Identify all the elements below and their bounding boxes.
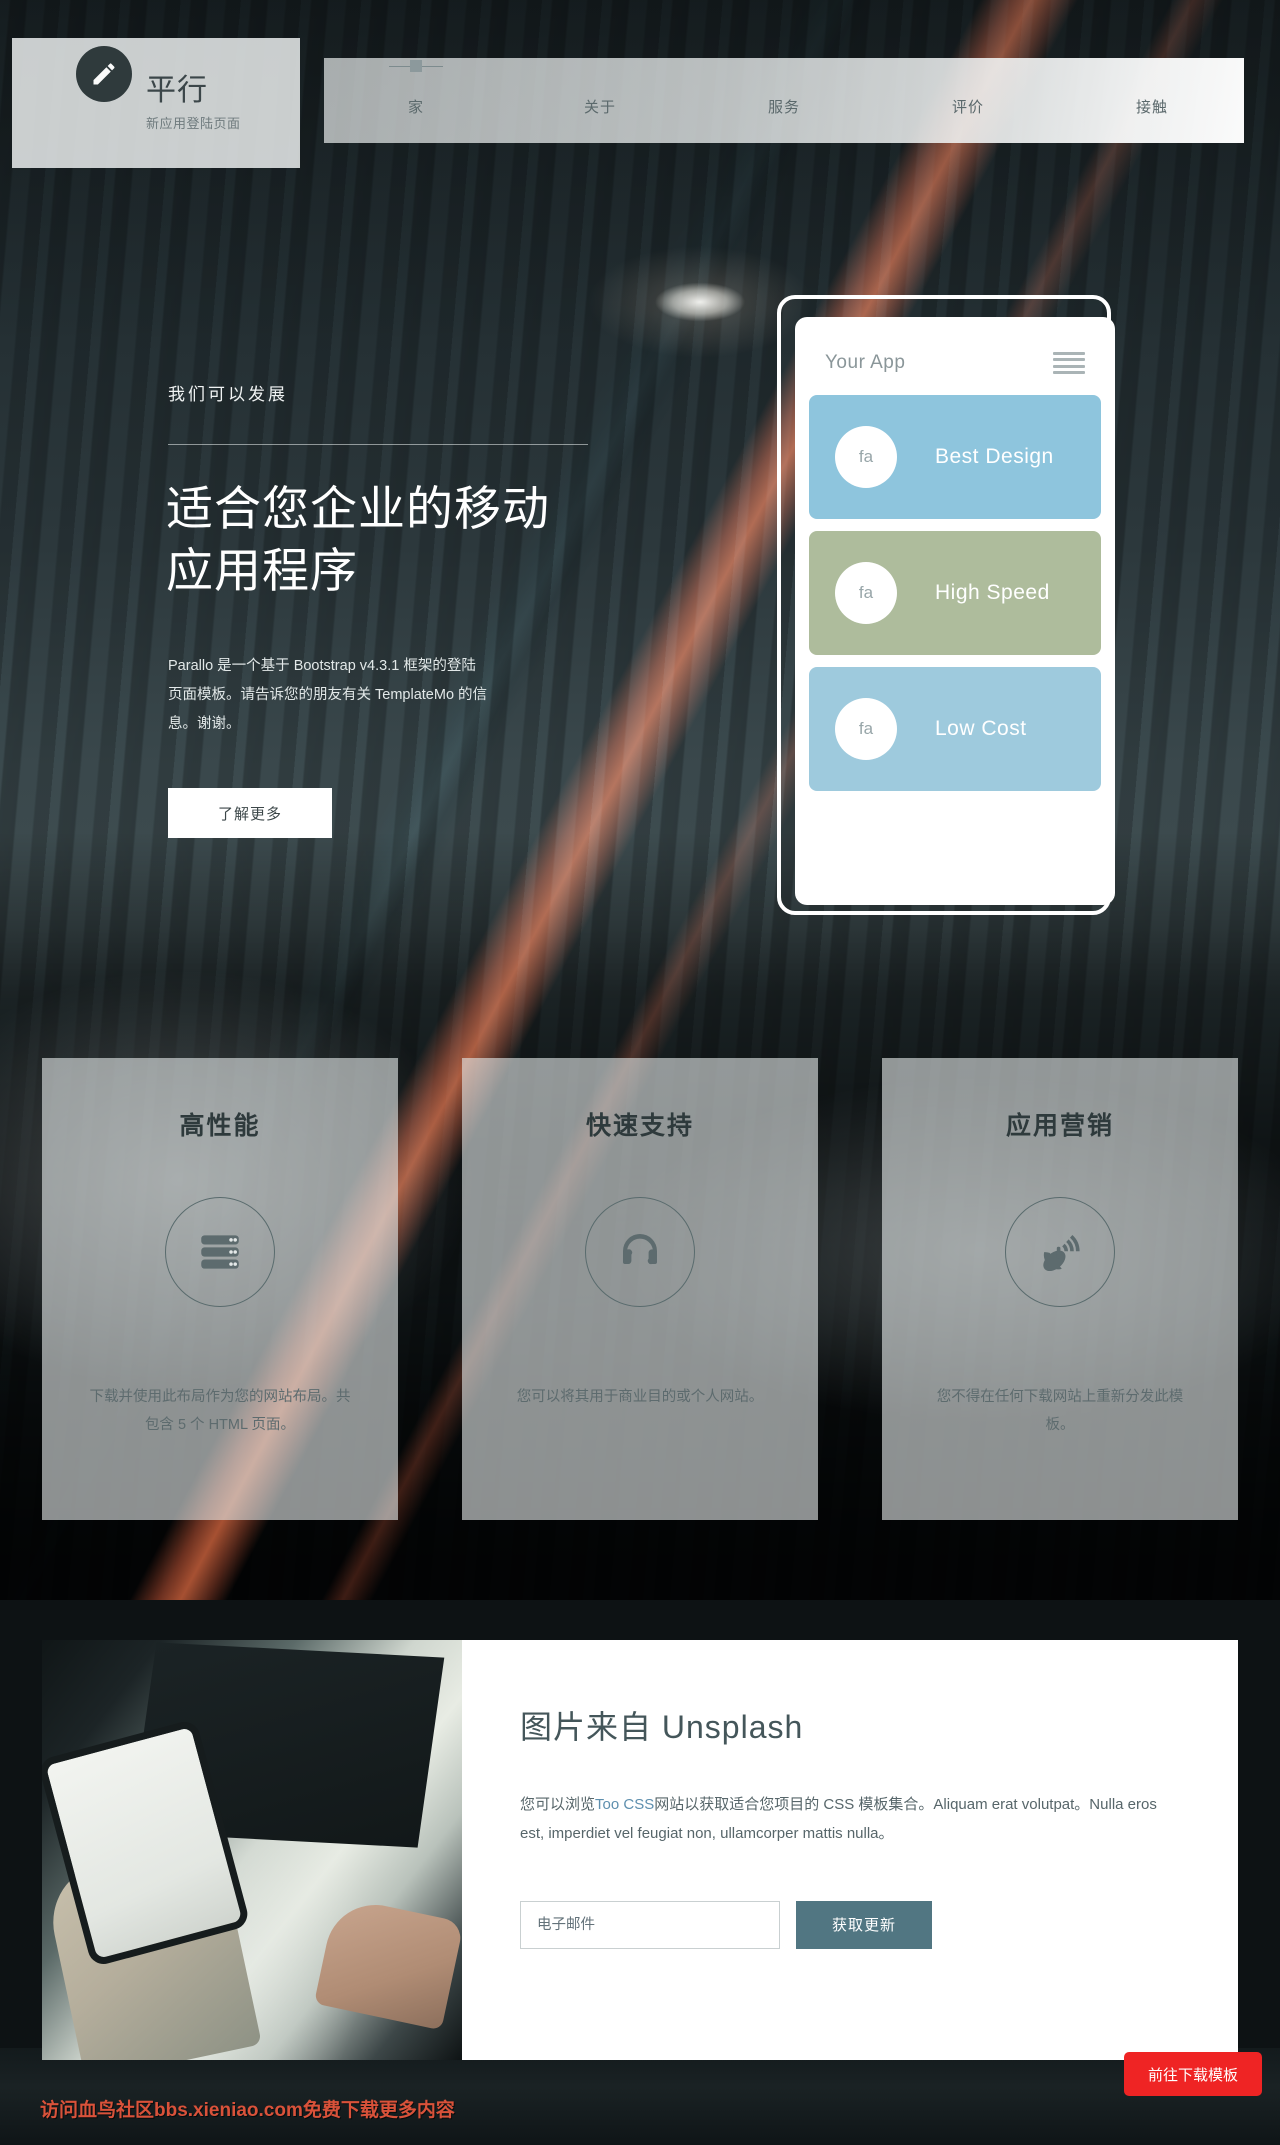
- hero-divider: [168, 444, 588, 445]
- satellite-dish-icon: [1005, 1197, 1115, 1307]
- fa-placeholder-icon: fa: [835, 698, 897, 760]
- feature-card-marketing[interactable]: 应用营销 您不得在任何下载网站上重新分发此模板。: [882, 1058, 1238, 1520]
- nav-item-services[interactable]: 服务: [692, 96, 876, 143]
- feature-card-title: 应用营销: [1005, 1112, 1114, 1140]
- hero-eyebrow: 我们可以发展: [168, 385, 288, 404]
- nav-item-label: 接触: [1135, 99, 1168, 116]
- headphones-icon: [585, 1197, 695, 1307]
- brand-title: 平行: [146, 74, 208, 107]
- phone-card-label: Best Design: [935, 445, 1054, 468]
- download-template-button[interactable]: 前往下载模板: [1124, 2052, 1262, 2096]
- newsletter-card: 图片来自 Unsplash 您可以浏览Too CSS网站以获取适合您项目的 CS…: [462, 1640, 1238, 2060]
- nav-item-home[interactable]: 家: [324, 66, 508, 143]
- pencil-icon: [76, 46, 132, 102]
- newsletter-description: 您可以浏览Too CSS网站以获取适合您项目的 CSS 模板集合。Aliquam…: [520, 1790, 1160, 1849]
- feature-card-support[interactable]: 快速支持 您可以将其用于商业目的或个人网站。: [462, 1058, 818, 1520]
- phone-app-header: Your App: [809, 331, 1101, 395]
- phone-card-label: High Speed: [935, 581, 1050, 604]
- phone-screen: Your App fa Best Design fa High Speed fa…: [795, 317, 1115, 905]
- nav-item-about[interactable]: 关于: [508, 96, 692, 143]
- landing-page: 平行 新应用登陆页面 家 关于 服务 评价 接触 我们可以发展 适合您企业的移动…: [0, 0, 1280, 2145]
- phone-app-name: Your App: [825, 352, 906, 373]
- page-title: 适合您企业的移动应用程序: [166, 482, 550, 598]
- brand-subtitle: 新应用登陆页面: [146, 116, 241, 131]
- phone-card-best-design[interactable]: fa Best Design: [809, 395, 1101, 519]
- fa-placeholder-icon: fa: [835, 426, 897, 488]
- fa-placeholder-icon: fa: [835, 562, 897, 624]
- newsletter-text-before: 您可以浏览: [520, 1796, 596, 1813]
- too-css-link[interactable]: Too CSS: [595, 1796, 654, 1813]
- phone-card-high-speed[interactable]: fa High Speed: [809, 531, 1101, 655]
- phone-mockup: Your App fa Best Design fa High Speed fa…: [777, 295, 1115, 915]
- nav-item-contact[interactable]: 接触: [1060, 96, 1244, 143]
- footer-watermark: 访问血鸟社区bbs.xieniao.com免费下载更多内容: [40, 2100, 455, 2121]
- phone-laptop-photo: [42, 1640, 462, 2060]
- brand-header[interactable]: 平行 新应用登陆页面: [12, 38, 300, 168]
- newsletter-section: 图片来自 Unsplash 您可以浏览Too CSS网站以获取适合您项目的 CS…: [0, 1640, 1280, 2060]
- nav-item-testimonials[interactable]: 评价: [876, 96, 1060, 143]
- nav-item-label: 家: [407, 99, 424, 116]
- feature-card-text: 您不得在任何下载网站上重新分发此模板。: [936, 1389, 1184, 1434]
- newsletter-form: 获取更新: [520, 1900, 1180, 1949]
- learn-more-button[interactable]: 了解更多: [168, 788, 332, 838]
- active-nav-indicator-icon: [389, 60, 443, 72]
- feature-card-text: 下载并使用此布局作为您的网站布局。共包含 5 个 HTML 页面。: [89, 1389, 351, 1434]
- subscribe-button[interactable]: 获取更新: [796, 1900, 932, 1949]
- hamburger-icon[interactable]: [1053, 352, 1085, 374]
- nav-item-label: 关于: [583, 99, 616, 116]
- hand-shape: [42, 1838, 262, 2060]
- server-icon: [165, 1197, 275, 1307]
- hero-description: Parallo 是一个基于 Bootstrap v4.3.1 框架的登陆页面模板…: [168, 658, 488, 732]
- feature-card-performance[interactable]: 高性能 下载并使用此布局作为您的网站布局。共包含 5 个 HTML 页面。: [42, 1058, 398, 1520]
- phone-card-label: Low Cost: [935, 717, 1027, 740]
- nav-item-label: 服务: [767, 99, 800, 116]
- phone-card-low-cost[interactable]: fa Low Cost: [809, 667, 1101, 791]
- main-navigation[interactable]: 家 关于 服务 评价 接触: [324, 58, 1244, 143]
- feature-card-text: 您可以将其用于商业目的或个人网站。: [516, 1389, 764, 1405]
- feature-card-title: 快速支持: [585, 1112, 694, 1140]
- newsletter-title: 图片来自 Unsplash: [520, 1709, 804, 1745]
- hand-shape-2: [313, 1895, 462, 2031]
- feature-card-title: 高性能: [179, 1112, 261, 1140]
- nav-item-label: 评价: [951, 99, 984, 116]
- email-input[interactable]: [520, 1900, 780, 1949]
